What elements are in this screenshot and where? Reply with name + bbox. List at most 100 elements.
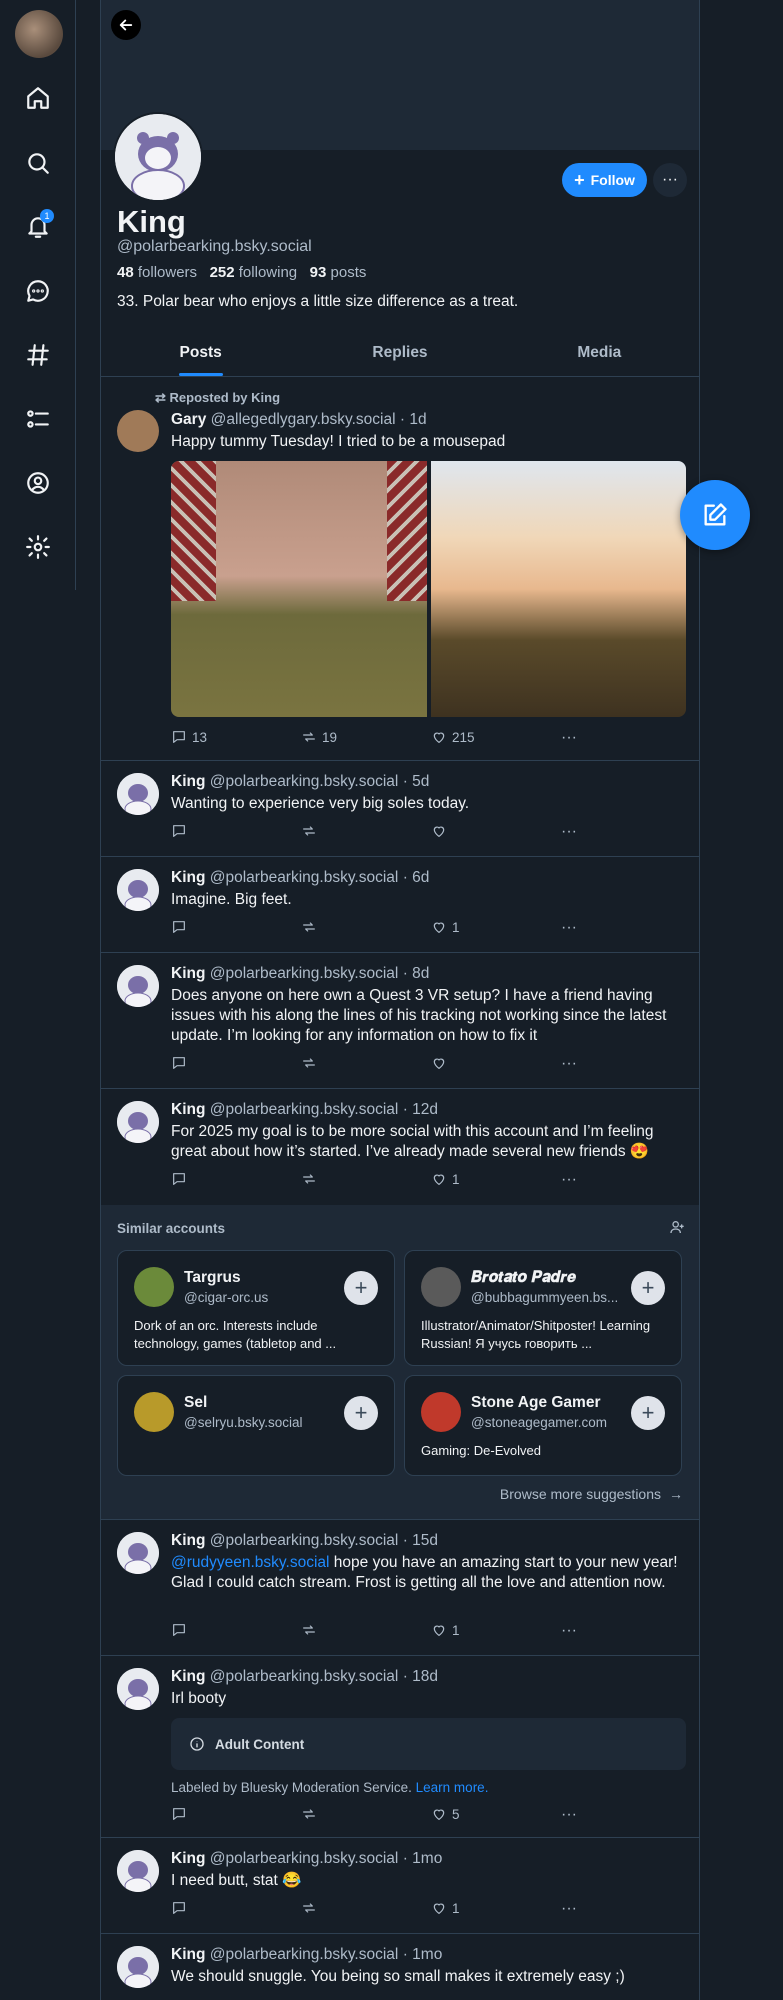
post-more-button[interactable]: ··· (561, 1900, 577, 1918)
post-author-name[interactable]: King (171, 1850, 205, 1867)
reply-button[interactable] (171, 1900, 192, 1916)
feed-post[interactable]: King @polarbearking.bsky.social · 8d Doe… (101, 953, 699, 1089)
post-time[interactable]: · 1mo (403, 1850, 443, 1867)
post-author-avatar[interactable] (117, 965, 159, 1007)
like-button[interactable]: 1 (431, 1171, 460, 1187)
post-time[interactable]: · 12d (403, 1101, 438, 1118)
repost-button[interactable] (301, 1806, 322, 1822)
like-button[interactable] (431, 1055, 452, 1071)
follow-suggested-button[interactable]: + (344, 1271, 378, 1305)
post-author-name[interactable]: King (171, 869, 205, 886)
follow-suggested-button[interactable]: + (631, 1271, 665, 1305)
profile-avatar[interactable] (113, 112, 203, 202)
repost-button[interactable] (301, 1171, 322, 1187)
repost-button[interactable]: 19 (301, 729, 337, 745)
post-more-button[interactable]: ··· (561, 1055, 577, 1073)
reply-button[interactable] (171, 919, 192, 935)
feed-post[interactable]: King @polarbearking.bsky.social · 15d @r… (101, 1520, 699, 1656)
post-author-handle[interactable]: @polarbearking.bsky.social (210, 1850, 399, 1867)
reply-button[interactable] (171, 1622, 192, 1638)
mention-link[interactable]: @rudyyeen.bsky.social (171, 1554, 329, 1571)
post-author-handle[interactable]: @polarbearking.bsky.social (210, 965, 399, 982)
post-author-avatar[interactable] (117, 1850, 159, 1892)
post-time[interactable]: · 1mo (403, 1946, 443, 1963)
post-more-button[interactable]: ··· (561, 823, 577, 841)
feed-post[interactable]: King @polarbearking.bsky.social · 6d Ima… (101, 857, 699, 953)
followers-link[interactable]: 48 followers (117, 264, 197, 281)
post-time[interactable]: · 15d (403, 1532, 438, 1549)
profile-nav-button[interactable] (18, 463, 58, 503)
post-author-avatar[interactable] (117, 869, 159, 911)
compose-post-button[interactable] (680, 480, 750, 550)
post-more-button[interactable]: ··· (561, 1171, 577, 1189)
suggested-account-card[interactable]: Targrus @cigar-orc.us + Dork of an orc. … (117, 1250, 395, 1366)
follow-suggested-button[interactable]: + (631, 1396, 665, 1430)
suggested-account-card[interactable]: Stone Age Gamer @stoneagegamer.com + Gam… (404, 1375, 682, 1476)
like-button[interactable]: 1 (431, 1900, 460, 1916)
like-button[interactable]: 1 (431, 1622, 460, 1638)
post-author-name[interactable]: Gary (171, 411, 206, 428)
repost-button[interactable] (301, 1622, 322, 1638)
like-button[interactable]: 215 (431, 729, 475, 745)
post-more-button[interactable]: ··· (561, 729, 577, 747)
feeds-nav-button[interactable] (18, 335, 58, 375)
current-user-avatar[interactable] (15, 10, 63, 58)
post-more-button[interactable]: ··· (561, 1622, 577, 1640)
content-warning-button[interactable]: Adult Content (171, 1718, 686, 1770)
post-author-handle[interactable]: @polarbearking.bsky.social (210, 1532, 399, 1549)
suggested-account-card[interactable]: Sel @selryu.bsky.social + (117, 1375, 395, 1476)
post-image-photo[interactable] (171, 461, 427, 717)
reply-button[interactable] (171, 1806, 192, 1822)
post-author-name[interactable]: King (171, 1101, 205, 1118)
search-nav-button[interactable] (18, 143, 58, 183)
post-author-name[interactable]: King (171, 773, 205, 790)
post-author-name[interactable]: King (171, 1532, 205, 1549)
post-author-handle[interactable]: @polarbearking.bsky.social (210, 1946, 399, 1963)
post-author-avatar[interactable] (117, 1101, 159, 1143)
post-author-avatar[interactable] (117, 1668, 159, 1710)
home-nav-button[interactable] (18, 78, 58, 118)
post-more-button[interactable]: ··· (561, 919, 577, 937)
tab-posts[interactable]: Posts (101, 335, 300, 376)
post-author-handle[interactable]: @polarbearking.bsky.social (210, 1101, 399, 1118)
follow-button[interactable]: + Follow (562, 163, 647, 197)
like-button[interactable] (431, 823, 452, 839)
post-author-avatar[interactable] (117, 1532, 159, 1574)
following-link[interactable]: 252 following (210, 264, 298, 281)
feed-post[interactable]: King @polarbearking.bsky.social · 1mo I … (101, 1838, 699, 1934)
repost-button[interactable] (301, 919, 322, 935)
post-time[interactable]: · 1d (400, 411, 427, 428)
post-author-name[interactable]: King (171, 965, 205, 982)
back-button[interactable] (111, 10, 141, 40)
chat-nav-button[interactable] (18, 271, 58, 311)
lists-nav-button[interactable] (18, 399, 58, 439)
profile-more-button[interactable]: ··· (653, 163, 687, 197)
suggested-account-card[interactable]: 𝑩𝒓𝒐𝒕𝒂𝒕𝒐 𝑷𝒂𝒅𝒓𝒆 @bubbagummyeen.bs... + Ill… (404, 1250, 682, 1366)
post-time[interactable]: · 6d (403, 869, 430, 886)
like-button[interactable]: 5 (431, 1806, 460, 1822)
repost-button[interactable] (301, 1900, 322, 1916)
post-author-avatar[interactable] (117, 773, 159, 815)
post-author-handle[interactable]: @polarbearking.bsky.social (210, 1668, 399, 1685)
post-author-name[interactable]: King (171, 1946, 205, 1963)
notifications-nav-button[interactable]: 1 (18, 207, 58, 247)
repost-button[interactable] (301, 823, 322, 839)
post-author-avatar[interactable] (117, 410, 159, 452)
feed-post[interactable]: ⇄ Reposted by King Gary @allegedlygary.b… (101, 377, 699, 761)
tab-media[interactable]: Media (500, 335, 699, 376)
reply-button[interactable] (171, 823, 192, 839)
like-button[interactable]: 1 (431, 919, 460, 935)
feed-post[interactable]: King @polarbearking.bsky.social · 12d Fo… (101, 1089, 699, 1205)
browse-more-suggestions-link[interactable]: Browse more suggestions → (500, 1486, 683, 1502)
tab-replies[interactable]: Replies (300, 335, 499, 376)
feed-post[interactable]: King @polarbearking.bsky.social · 1mo We… (101, 1934, 699, 2000)
post-author-avatar[interactable] (117, 1946, 159, 1988)
reply-button[interactable] (171, 1055, 192, 1071)
reply-button[interactable]: 13 (171, 729, 207, 745)
person-add-icon[interactable] (669, 1219, 685, 1238)
post-time[interactable]: · 5d (403, 773, 430, 790)
post-author-handle[interactable]: @polarbearking.bsky.social (210, 773, 399, 790)
post-image-illustration[interactable] (430, 461, 686, 717)
feed-post[interactable]: King @polarbearking.bsky.social · 5d Wan… (101, 761, 699, 857)
reply-button[interactable] (171, 1171, 192, 1187)
